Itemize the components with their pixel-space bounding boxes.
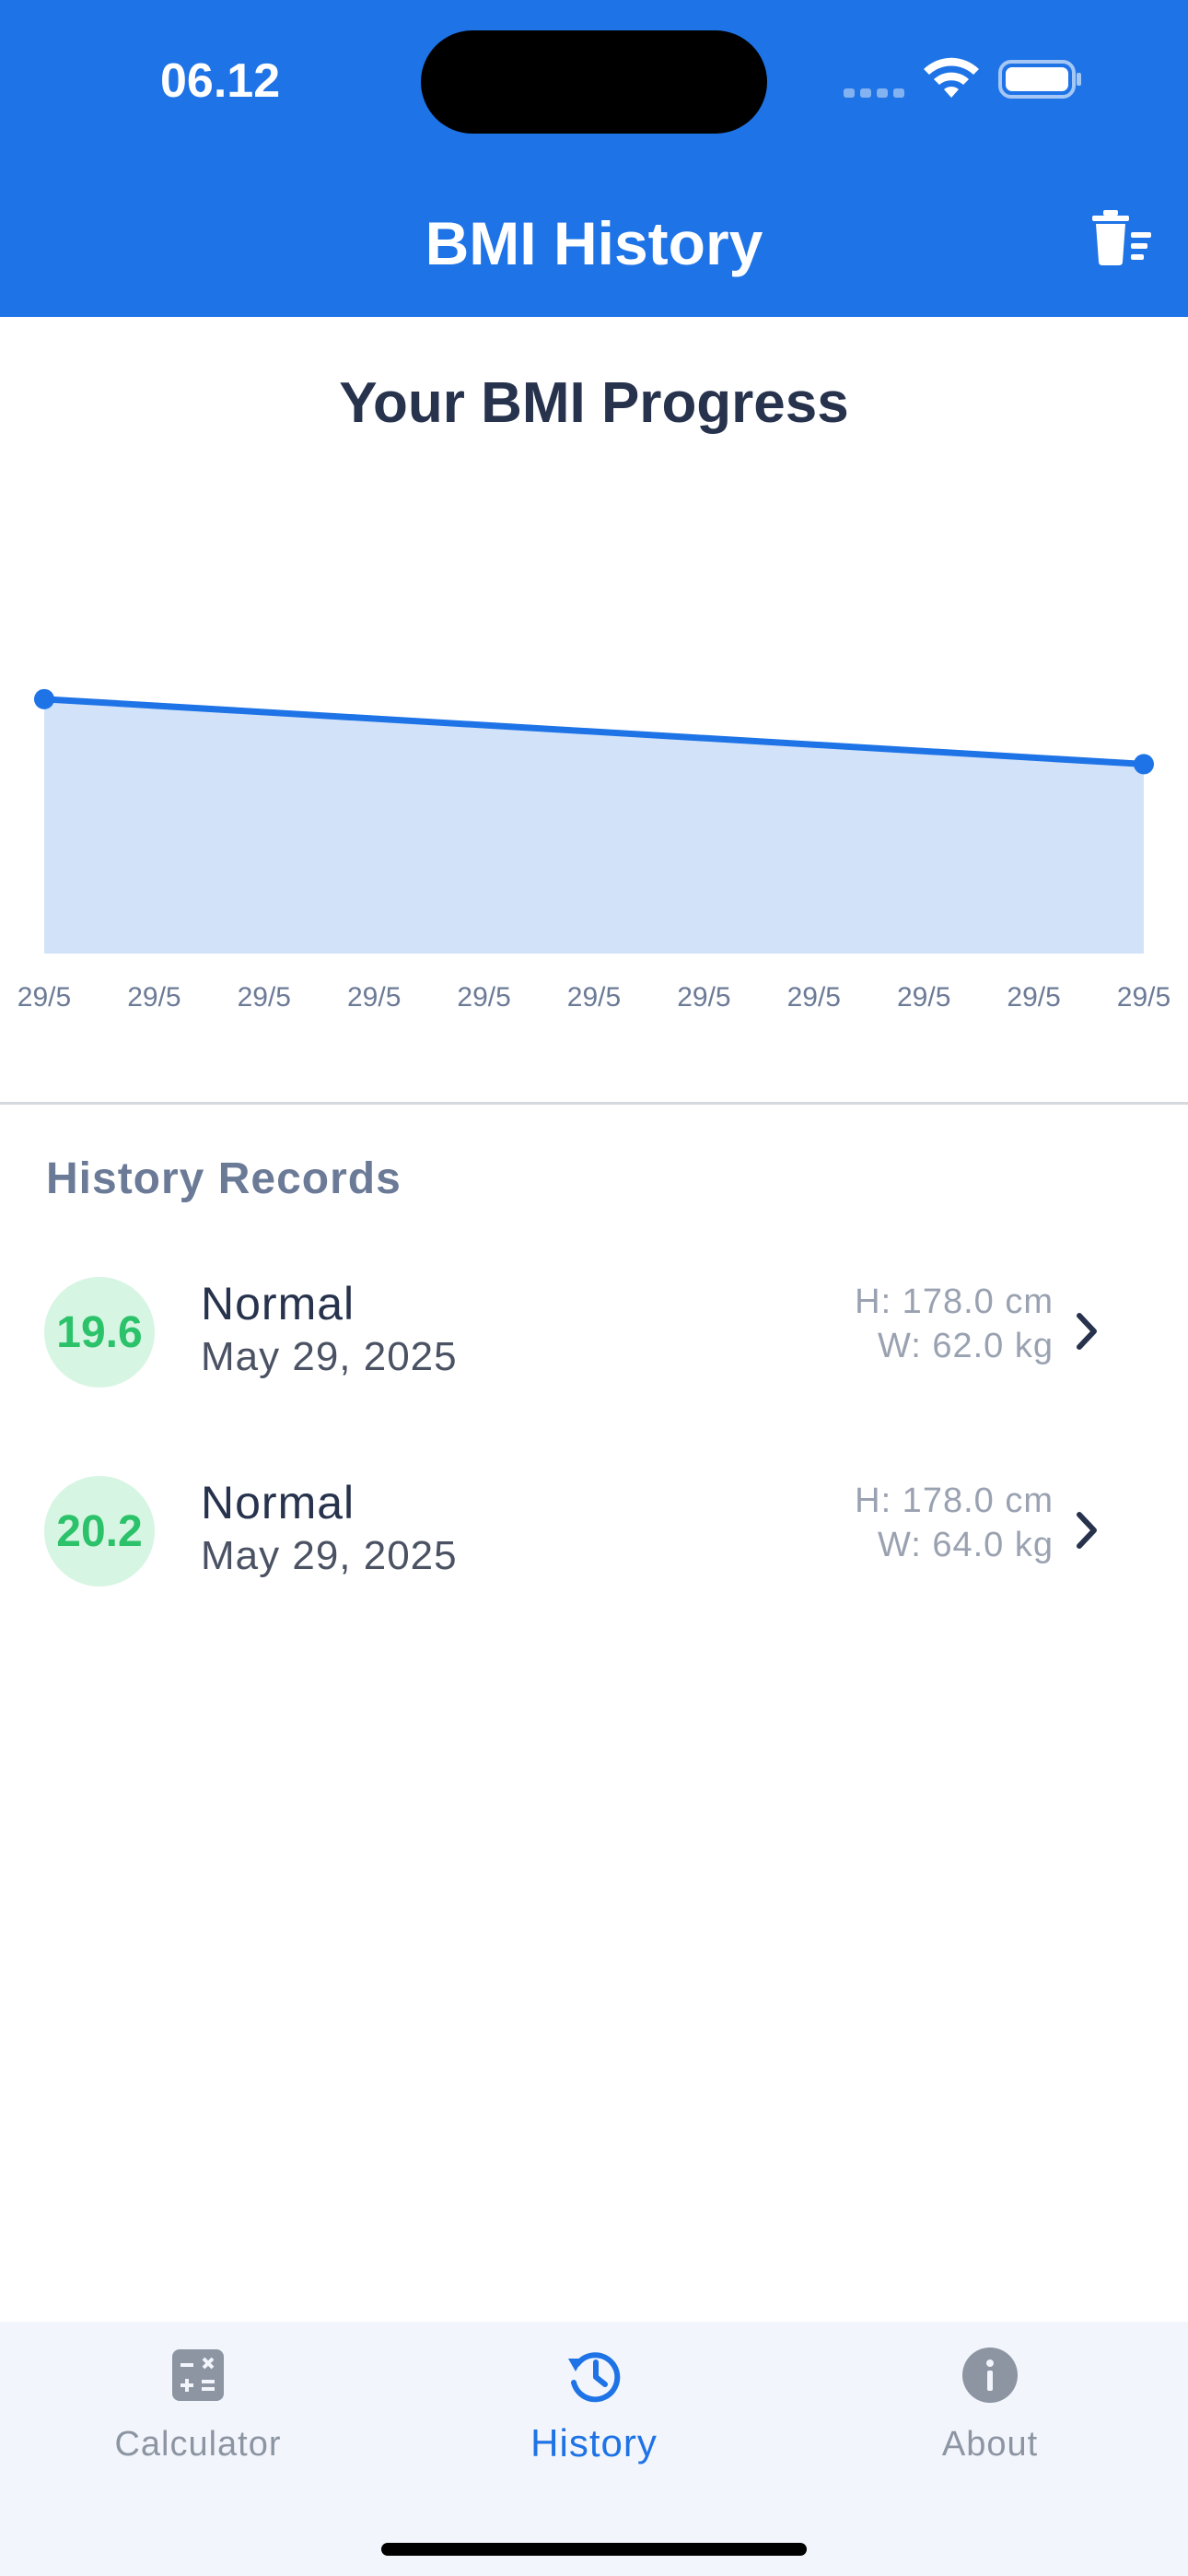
- tab-label-about: About: [941, 2425, 1039, 2464]
- cellular-signal-icon: [844, 88, 908, 98]
- record-height: H: 178.0 cm: [855, 1481, 1054, 1520]
- app-header: 06.12 BMI History: [0, 0, 1188, 317]
- x-tick-label: 29/5: [567, 982, 621, 1013]
- x-tick-label: 29/5: [238, 982, 291, 1013]
- bmi-value-badge: 19.6: [44, 1277, 155, 1388]
- x-tick-label: 29/5: [1117, 982, 1171, 1013]
- home-indicator: [381, 2543, 807, 2556]
- records-section-title: History Records: [46, 1154, 402, 1203]
- x-tick-label: 29/5: [17, 982, 71, 1013]
- chevron-right-icon: [1077, 1313, 1097, 1350]
- bottom-tab-bar: Calculator History About: [0, 2322, 1188, 2576]
- wifi-icon: [924, 57, 979, 98]
- tab-label-calculator: Calculator: [114, 2425, 282, 2464]
- chart-data-point[interactable]: [1134, 754, 1154, 775]
- chevron-right-icon: [1077, 1512, 1097, 1549]
- history-record[interactable]: 20.2 Normal May 29, 2025 H: 178.0 cm W: …: [0, 1448, 1188, 1614]
- x-tick-label: 29/5: [457, 982, 510, 1013]
- bmi-category: Normal: [201, 1477, 355, 1528]
- x-tick-label: 29/5: [677, 982, 730, 1013]
- calculator-icon: [172, 2349, 224, 2401]
- chart-area-fill: [44, 698, 1144, 954]
- battery-icon: [998, 60, 1081, 99]
- trash-list-icon[interactable]: [1090, 210, 1153, 265]
- history-icon: [568, 2352, 621, 2403]
- tab-about[interactable]: About: [792, 2322, 1188, 2524]
- bmi-progress-chart: 29/5 29/5 29/5 29/5 29/5 29/5 29/5 29/5 29/5 29/5…: [17, 688, 1171, 1013]
- info-icon: [962, 2348, 1018, 2403]
- history-record[interactable]: 19.6 Normal May 29, 2025 H: 178.0 cm W: …: [0, 1249, 1188, 1415]
- status-time: 06.12: [160, 54, 281, 108]
- dynamic-island: [421, 30, 767, 134]
- record-weight: W: 62.0 kg: [878, 1327, 1054, 1365]
- bmi-category: Normal: [201, 1278, 355, 1329]
- chart-data-point[interactable]: [34, 688, 54, 709]
- record-weight: W: 64.0 kg: [878, 1526, 1054, 1564]
- section-divider: [0, 1102, 1188, 1105]
- x-tick-label: 29/5: [347, 982, 401, 1013]
- tab-label-history: History: [530, 2421, 658, 2465]
- tab-history[interactable]: History: [396, 2322, 792, 2524]
- record-date: May 29, 2025: [201, 1334, 458, 1379]
- x-tick-label: 29/5: [787, 982, 841, 1013]
- page-title: BMI History: [425, 209, 763, 277]
- bmi-value-badge: 20.2: [44, 1476, 155, 1587]
- x-tick-label: 29/5: [1007, 982, 1060, 1013]
- tab-calculator[interactable]: Calculator: [0, 2322, 396, 2524]
- record-date: May 29, 2025: [201, 1533, 458, 1578]
- record-height: H: 178.0 cm: [855, 1282, 1054, 1321]
- x-tick-label: 29/5: [127, 982, 181, 1013]
- chart-title: Your BMI Progress: [339, 371, 849, 435]
- x-tick-label: 29/5: [897, 982, 950, 1013]
